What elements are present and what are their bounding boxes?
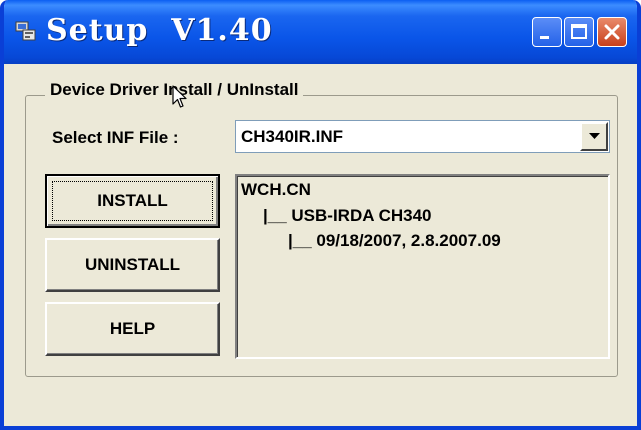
app-icon (14, 19, 38, 43)
dropdown-button[interactable] (580, 122, 608, 151)
maximize-button[interactable] (564, 17, 594, 47)
uninstall-button[interactable]: UNINSTALL (45, 238, 220, 292)
tree-version: |__ 09/18/2007, 2.8.2007.09 (288, 231, 501, 250)
help-label: HELP (109, 319, 156, 338)
inf-file-label: Select INF File : (52, 128, 179, 147)
tree-vendor: WCH.CN (241, 180, 311, 199)
close-button[interactable] (597, 17, 627, 47)
window-title: Setup V1.40 (46, 13, 273, 48)
uninstall-label: UNINSTALL (84, 255, 181, 274)
help-button[interactable]: HELP (45, 302, 220, 356)
maximize-icon (571, 24, 587, 39)
title-bar[interactable]: Setup V1.40 (4, 0, 637, 64)
minimize-button[interactable] (532, 17, 562, 47)
focus-rectangle (52, 181, 213, 221)
inf-file-dropdown[interactable]: CH340IR.INF (235, 120, 610, 153)
driver-info-box: WCH.CN |__ USB-IRDA CH340 |__ 09/18/2007… (235, 174, 610, 359)
close-icon (604, 24, 620, 40)
minimize-icon (540, 36, 549, 39)
tree-device: |__ USB-IRDA CH340 (263, 206, 432, 225)
dropdown-arrow-icon (589, 133, 600, 139)
install-button[interactable]: INSTALL (45, 174, 220, 228)
inf-file-value: CH340IR.INF (241, 127, 344, 146)
mouse-cursor-icon (172, 85, 187, 108)
